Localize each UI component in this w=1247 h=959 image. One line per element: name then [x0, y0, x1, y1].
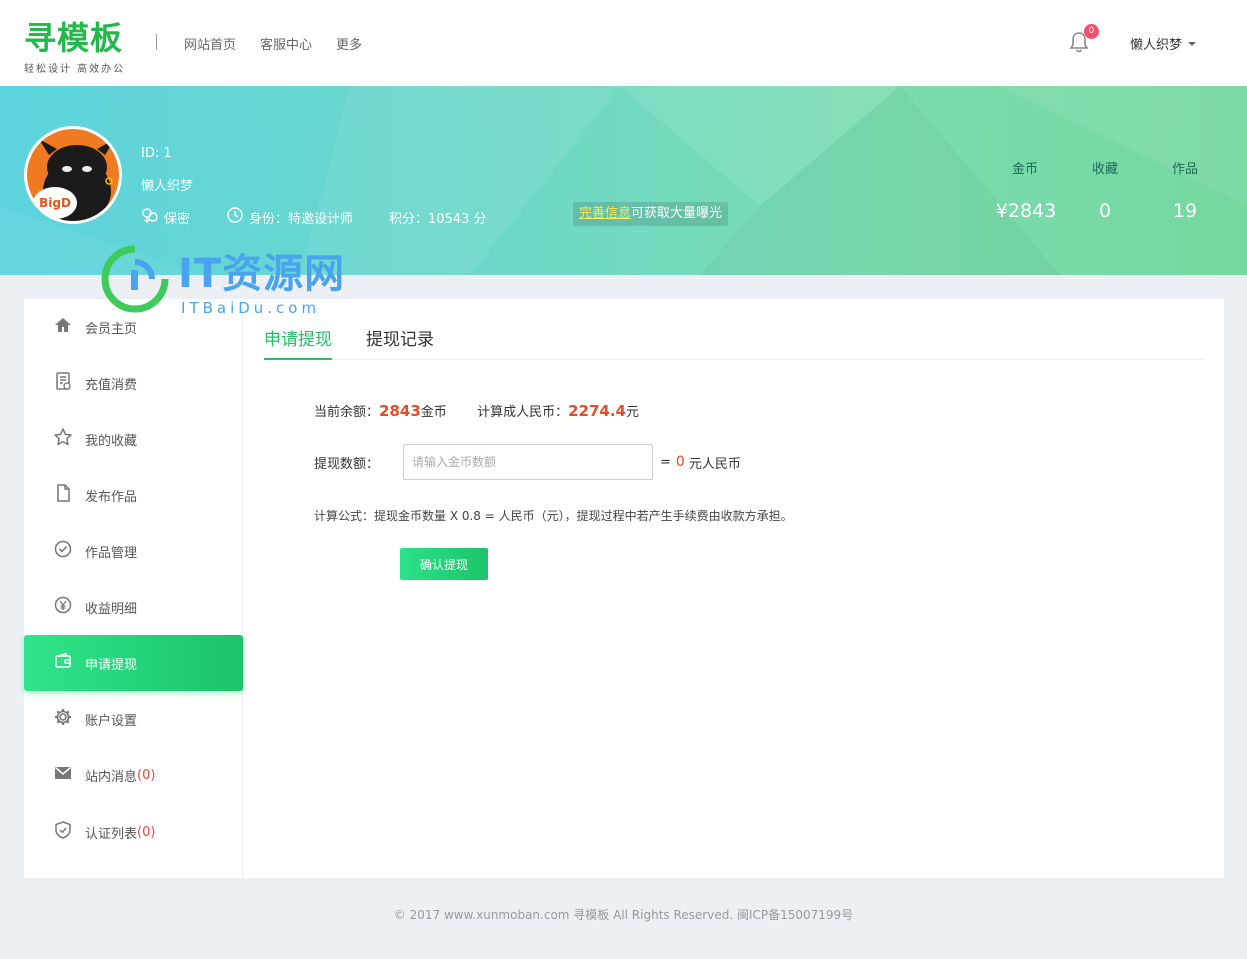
check-circle-icon: [53, 539, 85, 563]
chevron-down-icon: [1188, 41, 1197, 46]
watermark: IT资源网 ITBaiDu.com: [100, 244, 344, 318]
logo-tagline: 轻松设计 高效办公: [24, 64, 126, 75]
gender-info: 保密: [141, 206, 190, 228]
result-unit: 元人民币: [688, 456, 741, 472]
sidebar-item-certifications[interactable]: 认证列表 (0): [24, 804, 243, 860]
stat-works-value[interactable]: 19: [1145, 200, 1225, 222]
confirm-withdraw-button[interactable]: 确认提现: [400, 548, 488, 580]
rmb-value: 2274.4: [568, 402, 626, 420]
main-card: 会员主页 充值消费 我的收藏 发布作品 作品管理 收益明细 申请提现 账户设置: [24, 299, 1224, 878]
identity-text: 身份：特邀设计师: [249, 211, 354, 227]
wallet-icon: [53, 651, 85, 675]
sidebar-item-publish[interactable]: 发布作品: [24, 467, 243, 523]
profile-banner: BigD ID: 1 懒人织梦 保密 身份：特邀设计师 积分：10543 分 完…: [0, 86, 1247, 275]
balance-label: 当前余额：: [314, 405, 380, 420]
sidebar-item-earnings[interactable]: 收益明细: [24, 579, 243, 635]
document-icon: [53, 483, 85, 507]
sidebar-item-settings[interactable]: 账户设置: [24, 691, 243, 747]
certifications-count: (0): [137, 824, 156, 840]
sidebar: 会员主页 充值消费 我的收藏 发布作品 作品管理 收益明细 申请提现 账户设置: [24, 299, 243, 878]
notification-badge: 0: [1084, 24, 1099, 39]
sidebar-item-label: 账户设置: [85, 713, 138, 729]
logo-text: 寻模板: [24, 19, 124, 57]
amount-input[interactable]: [403, 444, 654, 480]
equals-sign: =: [660, 454, 671, 470]
sidebar-item-favorites[interactable]: 我的收藏: [24, 411, 243, 467]
watermark-text: IT资源网: [178, 251, 346, 297]
sidebar-item-label: 申请提现: [85, 657, 138, 673]
tab-withdraw-records[interactable]: 提现记录: [366, 325, 434, 360]
stat-works-label: 作品: [1171, 162, 1198, 177]
complete-info-link[interactable]: 完善信息: [579, 206, 631, 221]
sidebar-item-label: 发布作品: [85, 489, 138, 505]
stat-coins-label: 金币: [1011, 162, 1038, 177]
amount-row: 提现数额： = 0 元人民币: [314, 444, 741, 480]
balance-unit: 金币: [420, 405, 447, 420]
sidebar-item-label: 收益明细: [85, 601, 138, 617]
sidebar-item-label: 会员主页: [85, 321, 138, 337]
star-icon: [53, 427, 85, 451]
sidebar-item-works-manage[interactable]: 作品管理: [24, 523, 243, 579]
points-info: 积分：10543 分: [389, 208, 487, 227]
user-menu-name: 懒人织梦: [1130, 38, 1183, 53]
stat-favorites-value[interactable]: 0: [1065, 200, 1145, 222]
tab-bar: 申请提现 提现记录: [264, 325, 1204, 360]
sidebar-item-withdraw[interactable]: 申请提现: [24, 635, 243, 691]
identity-info: 身份：特邀设计师: [226, 206, 353, 228]
nav-home-link[interactable]: 网站首页: [184, 34, 236, 53]
user-id: ID: 1: [141, 146, 172, 161]
gender-icon: [141, 206, 159, 228]
watermark-logo: [101, 245, 169, 313]
shield-check-icon: [53, 820, 85, 844]
rmb-label: 计算成人民币：: [477, 405, 569, 420]
avatar-label: BigD: [33, 187, 77, 219]
stat-coins-value[interactable]: ¥2843: [986, 200, 1066, 222]
sidebar-item-messages[interactable]: 站内消息 (0): [24, 747, 243, 803]
user-name: 懒人织梦: [141, 179, 194, 194]
stat-favorites-label: 收藏: [1091, 162, 1118, 177]
sidebar-item-label: 认证列表: [85, 826, 138, 842]
sidebar-item-label: 站内消息: [85, 769, 138, 785]
mail-icon: [53, 763, 85, 787]
complete-info-hint: 完善信息可获取大量曝光: [573, 202, 729, 226]
main-nav: 网站首页 客服中心 更多: [184, 34, 362, 53]
amount-label: 提现数额：: [314, 456, 380, 472]
points-text: 积分：10543 分: [389, 211, 487, 227]
receipt-icon: [53, 371, 85, 395]
home-icon: [53, 315, 85, 339]
balance-row: 当前余额：2843金币 计算成人民币：2274.4元: [314, 401, 639, 420]
formula-text: 计算公式：提现金币数量 X 0.8 = 人民币（元），提现过程中若产生手续费由收…: [314, 509, 793, 523]
gender-text: 保密: [164, 211, 191, 227]
clock-icon: [226, 206, 244, 228]
complete-info-suffix: 可获取大量曝光: [631, 206, 723, 221]
sidebar-item-label: 充值消费: [85, 377, 138, 393]
gear-icon: [53, 707, 85, 731]
sidebar-item-label: 我的收藏: [85, 433, 138, 449]
rmb-unit: 元: [625, 405, 639, 420]
user-menu[interactable]: 懒人织梦: [1130, 34, 1197, 53]
nav-more-link[interactable]: 更多: [336, 34, 362, 53]
yen-icon: [53, 595, 85, 619]
nav-divider: [156, 34, 157, 50]
balance-value: 2843: [379, 402, 421, 420]
avatar[interactable]: BigD: [24, 126, 122, 224]
footer: © 2017 www.xunmoban.com 寻模板 All Rights R…: [393, 908, 854, 922]
result-value: 0: [675, 454, 685, 470]
top-navigation: 寻模板 轻松设计 高效办公 网站首页 客服中心 更多 0 懒人织梦: [0, 0, 1247, 86]
messages-count: (0): [137, 767, 156, 783]
watermark-subtext: ITBaiDu.com: [181, 299, 321, 317]
sidebar-item-recharge[interactable]: 充值消费: [24, 355, 243, 411]
nav-service-link[interactable]: 客服中心: [260, 34, 312, 53]
site-logo[interactable]: 寻模板 轻松设计 高效办公: [24, 20, 125, 75]
tab-apply-withdraw[interactable]: 申请提现: [264, 325, 332, 360]
sidebar-item-label: 作品管理: [85, 545, 138, 561]
user-meta: 保密 身份：特邀设计师 积分：10543 分: [141, 206, 487, 228]
